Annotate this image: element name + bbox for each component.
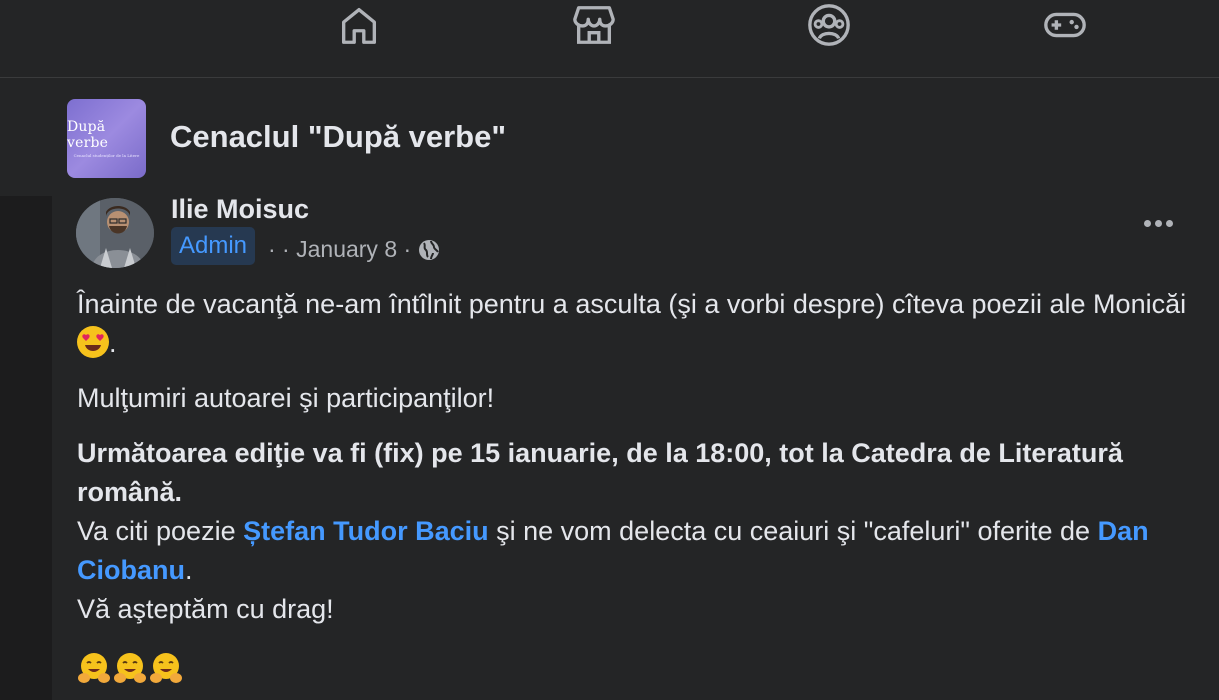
meta-dots: · · (268, 236, 290, 262)
gaming-icon (1044, 12, 1086, 38)
meta-separator: · (403, 236, 412, 262)
mention-stefan-tudor-baciu-link[interactable]: Ștefan Tudor Baciu (243, 516, 489, 546)
paragraph-3-line-3: Vă aşteptăm cu drag! (77, 594, 334, 624)
left-gutter (0, 196, 52, 700)
paragraph-3-line-2-end: . (185, 555, 193, 585)
paragraph-3-line-2-start: Va citi poezie (77, 516, 244, 546)
post-meta: · · January 8 · (268, 236, 441, 263)
author-name-link[interactable]: Ilie Moisuc (171, 194, 309, 225)
hugging-face-emoji-icon (150, 653, 182, 683)
post-card: Ilie Moisuc Admin · · January 8 · Înaint… (52, 194, 1219, 700)
top-navigation-bar (0, 0, 1219, 78)
group-name-link[interactable]: Cenaclul "După verbe" (170, 119, 506, 155)
globe-icon[interactable] (417, 238, 441, 262)
dot-icon (1154, 219, 1162, 227)
nav-marketplace-button[interactable] (564, 0, 624, 50)
marketplace-icon (573, 6, 615, 44)
group-logo-text: După verbe (67, 119, 109, 151)
paragraph-3-bold: Următoarea ediţie va fi (fix) pe 15 ianu… (77, 438, 1123, 507)
admin-badge[interactable]: Admin (171, 227, 256, 265)
author-photo (76, 198, 154, 268)
heart-eyes-emoji-icon (77, 326, 109, 358)
nav-groups-button[interactable] (799, 0, 859, 50)
post-options-button[interactable] (1138, 210, 1178, 236)
post-date-link[interactable]: January 8 (296, 236, 397, 263)
groups-icon (808, 4, 850, 46)
paragraph-1-end: . (109, 328, 117, 358)
hugging-face-emoji-icon (114, 653, 146, 683)
dot-icon (1165, 219, 1173, 227)
nav-gaming-button[interactable] (1035, 0, 1095, 50)
post-paragraph-1: Înainte de vacanţă ne-am întîlnit pentru… (77, 285, 1187, 363)
dot-icon (1143, 219, 1151, 227)
author-avatar[interactable] (76, 198, 154, 268)
post-body: Înainte de vacanţă ne-am întîlnit pentru… (77, 285, 1187, 629)
post-paragraph-2: Mulţumiri autoarei şi participanţilor! (77, 383, 495, 413)
group-header: După verbe Cenaclul studenților de la Li… (0, 78, 1219, 196)
group-avatar[interactable]: După verbe Cenaclul studenților de la Li… (67, 99, 146, 178)
nav-home-button[interactable] (329, 0, 389, 50)
paragraph-3-line-2-mid: şi ne vom delecta cu ceaiuri şi "cafelur… (488, 516, 1098, 546)
group-logo-subtext: Cenaclul studenților de la Litere (73, 153, 140, 158)
hugging-face-emoji-icon (78, 653, 110, 683)
post-paragraph-3: Următoarea ediţie va fi (fix) pe 15 ianu… (77, 434, 1187, 629)
paragraph-1-text: Înainte de vacanţă ne-am întîlnit pentru… (77, 289, 1187, 319)
hugging-emoji-row (77, 651, 183, 685)
home-icon (341, 7, 377, 44)
